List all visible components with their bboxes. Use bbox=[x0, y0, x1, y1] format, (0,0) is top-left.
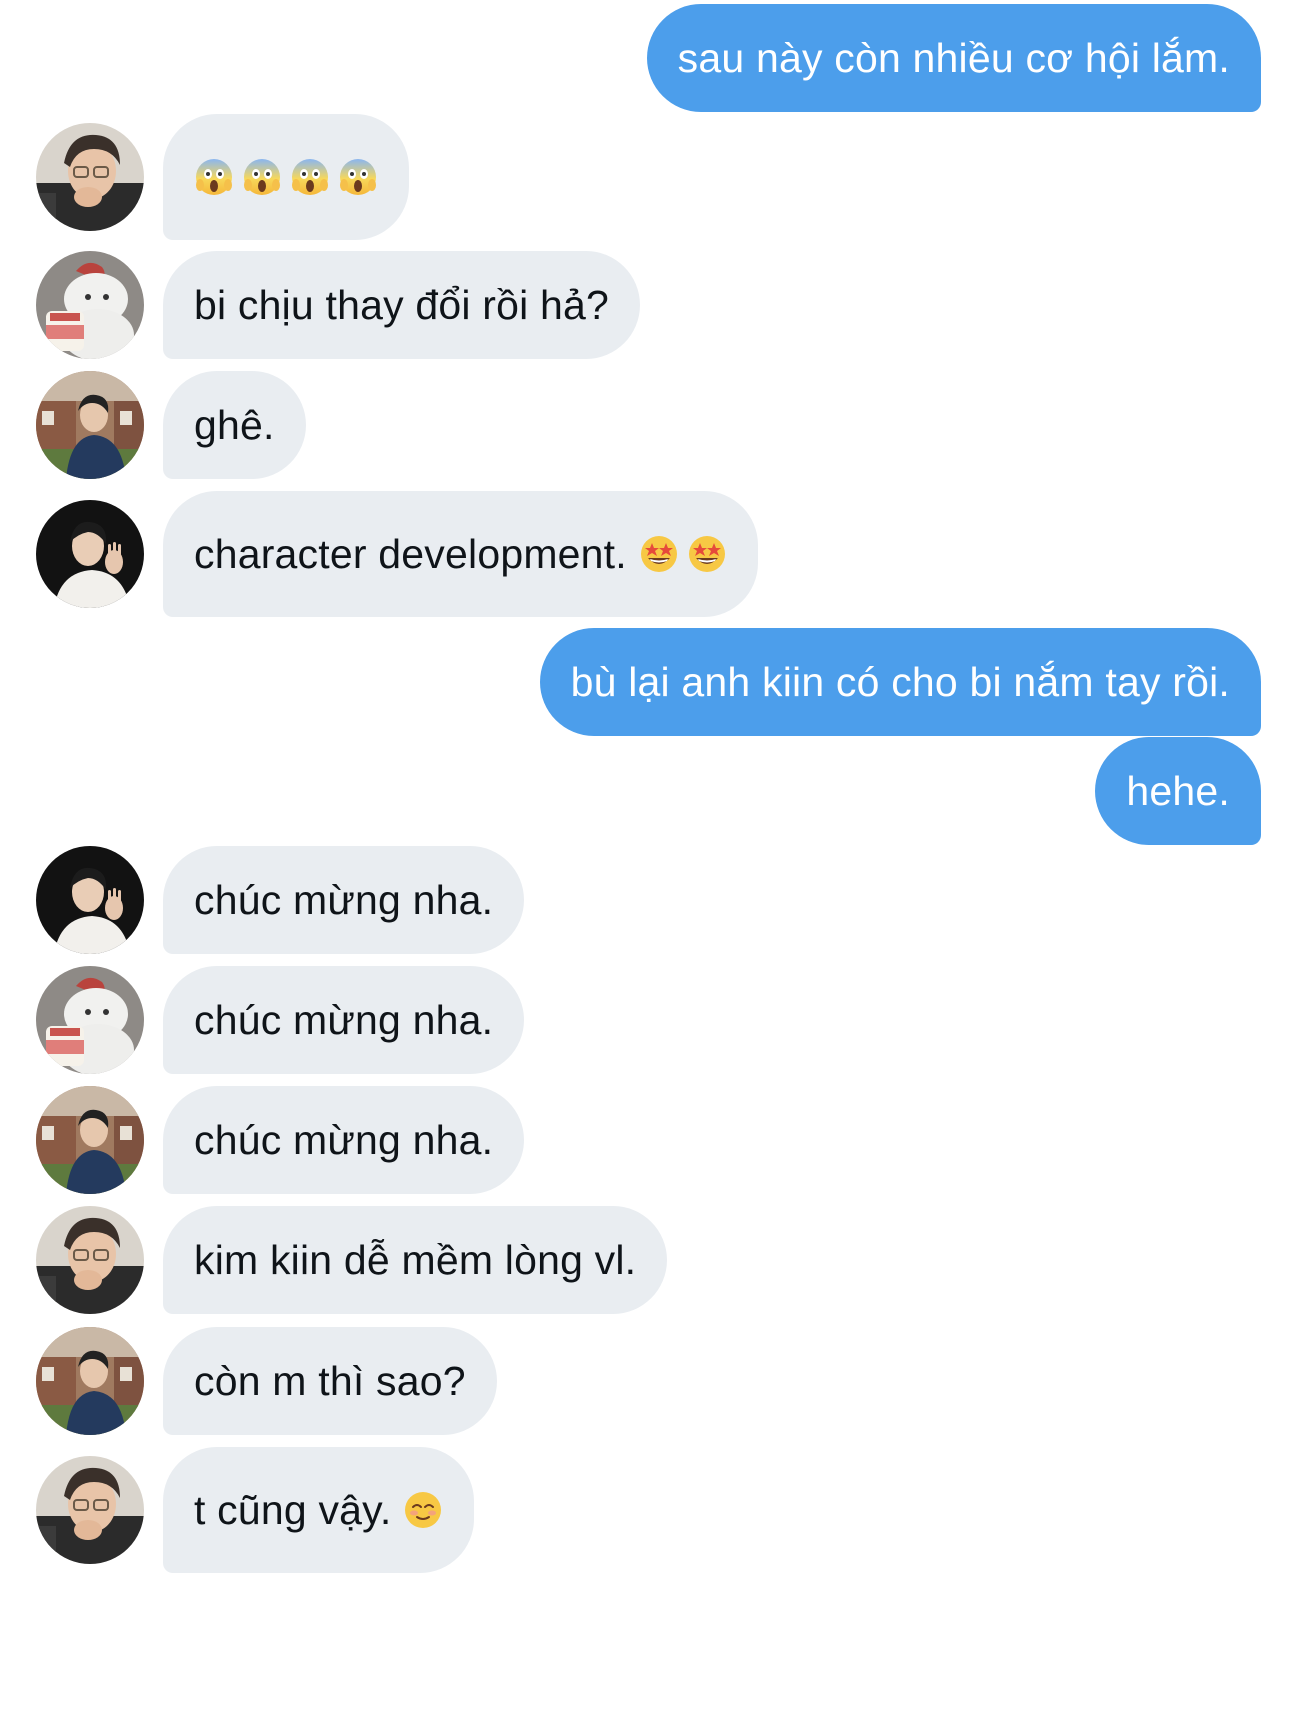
message-incoming: ghê. bbox=[0, 371, 1290, 479]
message-text: character development. bbox=[194, 530, 627, 577]
message-incoming: chúc mừng nha. bbox=[0, 1086, 1290, 1194]
message-bubble[interactable] bbox=[163, 114, 409, 240]
message-text: chúc mừng nha. bbox=[194, 1116, 494, 1163]
avatar-guy-glasses[interactable] bbox=[36, 123, 144, 231]
message-incoming: kim kiin dễ mềm lòng vl. bbox=[0, 1206, 1290, 1314]
message-incoming: còn m thì sao? bbox=[0, 1327, 1290, 1435]
emoji-group bbox=[403, 1490, 443, 1530]
message-bubble[interactable]: bù lại anh kiin có cho bi nắm tay rồi. bbox=[539, 628, 1261, 736]
message-text: t cũng vậy. bbox=[194, 1486, 392, 1533]
message-text: bù lại anh kiin có cho bi nắm tay rồi. bbox=[570, 658, 1230, 705]
message-text: kim kiin dễ mềm lòng vl. bbox=[194, 1236, 637, 1283]
message-incoming bbox=[0, 114, 1290, 240]
scream-emoji-icon bbox=[290, 157, 330, 197]
message-bubble[interactable]: chúc mừng nha. bbox=[163, 966, 525, 1074]
message-outgoing: sau này còn nhiều cơ hội lắm. bbox=[0, 4, 1290, 112]
message-bubble[interactable]: còn m thì sao? bbox=[163, 1327, 497, 1435]
message-text: còn m thì sao? bbox=[194, 1357, 466, 1404]
avatar-bear-cartoon[interactable] bbox=[36, 966, 144, 1074]
message-text: hehe. bbox=[1126, 767, 1230, 814]
message-outgoing: bù lại anh kiin có cho bi nắm tay rồi. bbox=[0, 628, 1290, 736]
chat-thread: sau này còn nhiều cơ hội lắm. bi chịu th… bbox=[0, 0, 1290, 1722]
avatar-guy-glasses[interactable] bbox=[36, 1456, 144, 1564]
message-bubble[interactable]: t cũng vậy. bbox=[163, 1447, 475, 1573]
message-incoming: chúc mừng nha. bbox=[0, 966, 1290, 1074]
message-incoming: character development. bbox=[0, 491, 1290, 617]
message-incoming: bi chịu thay đổi rồi hả? bbox=[0, 251, 1290, 359]
message-bubble[interactable]: character development. bbox=[163, 491, 758, 617]
avatar-guy-street[interactable] bbox=[36, 1086, 144, 1194]
emoji-group bbox=[194, 157, 378, 197]
emoji-group bbox=[639, 534, 727, 574]
message-bubble[interactable]: hehe. bbox=[1095, 737, 1261, 845]
smiling-blush-emoji-icon bbox=[403, 1490, 443, 1530]
scream-emoji-icon bbox=[242, 157, 282, 197]
message-text: bi chịu thay đổi rồi hả? bbox=[194, 281, 610, 328]
message-bubble[interactable]: ghê. bbox=[163, 371, 306, 479]
message-incoming: chúc mừng nha. bbox=[0, 846, 1290, 954]
scream-emoji-icon bbox=[338, 157, 378, 197]
message-bubble[interactable]: bi chịu thay đổi rồi hả? bbox=[163, 251, 641, 359]
message-text: ghê. bbox=[194, 401, 275, 448]
message-bubble[interactable]: chúc mừng nha. bbox=[163, 1086, 525, 1194]
message-text: sau này còn nhiều cơ hội lắm. bbox=[677, 34, 1230, 81]
avatar-guy-glasses[interactable] bbox=[36, 1206, 144, 1314]
star-struck-emoji-icon bbox=[639, 534, 679, 574]
message-text: chúc mừng nha. bbox=[194, 996, 494, 1043]
avatar-guy-dark[interactable] bbox=[36, 846, 144, 954]
avatar-guy-dark[interactable] bbox=[36, 500, 144, 608]
message-incoming: t cũng vậy. bbox=[0, 1447, 1290, 1573]
star-struck-emoji-icon bbox=[687, 534, 727, 574]
message-bubble[interactable]: chúc mừng nha. bbox=[163, 846, 525, 954]
message-outgoing: hehe. bbox=[0, 737, 1290, 845]
message-bubble[interactable]: kim kiin dễ mềm lòng vl. bbox=[163, 1206, 668, 1314]
avatar-guy-street[interactable] bbox=[36, 1327, 144, 1435]
message-text: chúc mừng nha. bbox=[194, 876, 494, 923]
scream-emoji-icon bbox=[194, 157, 234, 197]
avatar-guy-street[interactable] bbox=[36, 371, 144, 479]
avatar-bear-cartoon[interactable] bbox=[36, 251, 144, 359]
message-bubble[interactable]: sau này còn nhiều cơ hội lắm. bbox=[646, 4, 1261, 112]
